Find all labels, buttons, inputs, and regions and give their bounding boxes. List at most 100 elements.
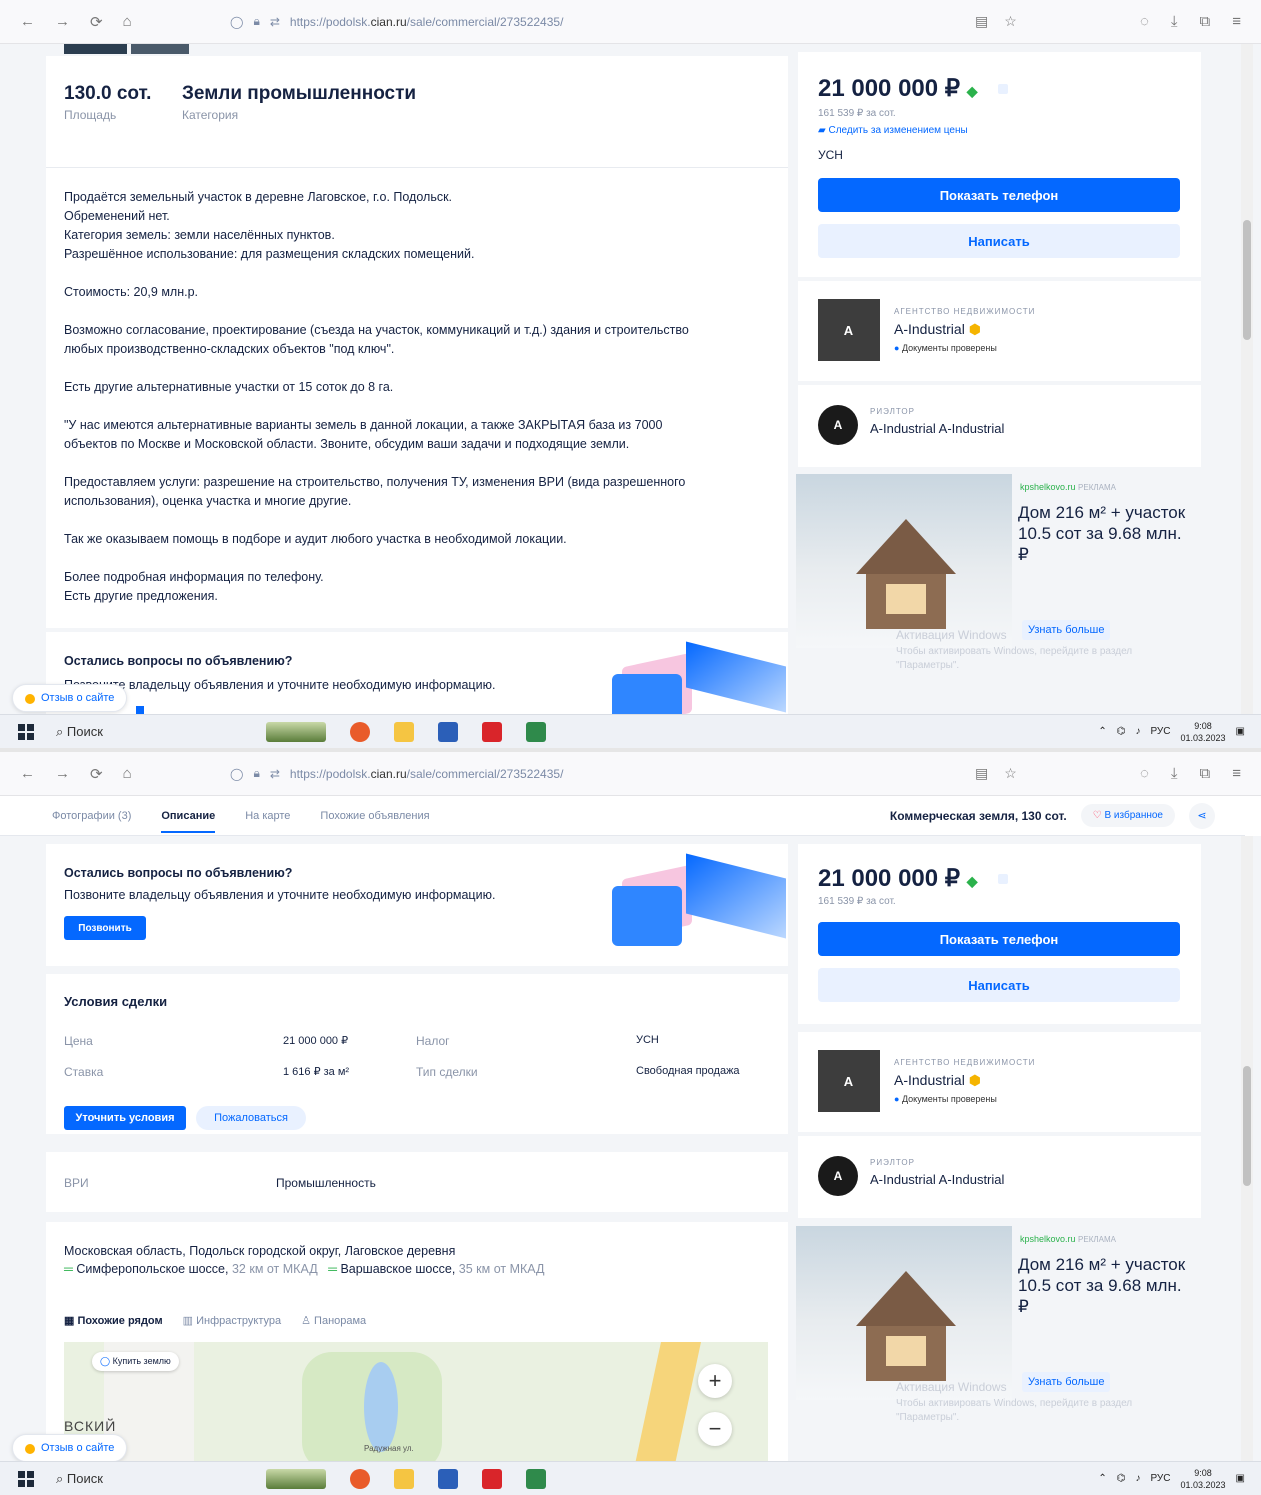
taskbar-widget-icon[interactable] xyxy=(266,721,326,742)
address[interactable]: Московская область, Подольск городской о… xyxy=(64,1244,455,1258)
folder-illustration xyxy=(612,853,786,956)
url-bar[interactable]: ◯ 🔒︎ ⇄ https://podolsk.cian.ru/sale/comm… xyxy=(230,759,950,789)
favorite-button[interactable]: ♡ В избранное xyxy=(1080,804,1175,827)
complain-button[interactable]: Пожаловаться xyxy=(196,1106,306,1130)
reload-icon[interactable]: ⟳ xyxy=(90,765,103,783)
deal-type-value: Свободная продажа xyxy=(636,1065,740,1077)
excel-icon[interactable] xyxy=(526,1468,546,1489)
forward-icon[interactable]: → xyxy=(55,13,70,31)
extensions-icon[interactable]: ⧉ xyxy=(1200,765,1211,782)
clock[interactable]: 9:08 01.03.2023 xyxy=(1181,720,1226,744)
call-button[interactable]: Позвонить xyxy=(64,916,146,940)
ad-cta-button[interactable]: Узнать больше xyxy=(1022,1372,1111,1392)
zoom-out-button[interactable]: − xyxy=(698,1412,732,1446)
write-button[interactable]: Написать xyxy=(818,224,1180,258)
map-tab-nearby[interactable]: ▦ Похожие рядом xyxy=(64,1314,163,1327)
reader-icon[interactable]: ▤ xyxy=(975,765,988,782)
scrollbar[interactable] xyxy=(1241,44,1253,714)
tab-map[interactable]: На карте xyxy=(245,810,290,822)
tray-chevron-icon[interactable]: ⌃ xyxy=(1098,1473,1106,1484)
scrollbar[interactable] xyxy=(1241,836,1253,1461)
follow-price-link[interactable]: ▰ Следить за изменением цены xyxy=(818,125,968,136)
ad-title[interactable]: Дом 216 м² + участок 10.5 сот за 9.68 мл… xyxy=(1018,502,1188,565)
home-icon[interactable]: ⌂ xyxy=(123,13,132,31)
pdf-icon[interactable] xyxy=(482,1468,502,1489)
pdf-icon[interactable] xyxy=(482,721,502,742)
back-icon[interactable]: ← xyxy=(20,765,35,783)
bookmark-star-icon[interactable]: ☆ xyxy=(1004,13,1017,30)
network-icon[interactable]: ⌬ xyxy=(1117,726,1126,737)
language-indicator[interactable]: РУС xyxy=(1150,1473,1170,1484)
ad-block[interactable]: kpshelkovo.ru РЕКЛАМА Дом 216 м² + участ… xyxy=(796,474,1201,671)
notifications-icon[interactable]: ▣ xyxy=(1236,1473,1245,1484)
agency-name[interactable]: A-Industrial ⬢ xyxy=(894,1072,981,1089)
realtor-avatar[interactable]: A xyxy=(818,1156,858,1196)
menu-icon[interactable]: ≡ xyxy=(1232,765,1241,782)
word-icon[interactable] xyxy=(438,721,458,742)
realtor-name[interactable]: A-Industrial A-Industrial xyxy=(870,1172,1004,1187)
file-explorer-icon[interactable] xyxy=(394,721,414,742)
url-bar[interactable]: ◯ 🔒︎ ⇄ https://podolsk.cian.ru/sale/comm… xyxy=(230,7,950,37)
windows-start-icon[interactable] xyxy=(18,723,34,740)
realtor-avatar[interactable]: A xyxy=(818,405,858,445)
info-icon[interactable] xyxy=(998,874,1008,884)
download-icon[interactable]: ⤓ xyxy=(1171,13,1178,30)
language-indicator[interactable]: РУС xyxy=(1150,726,1170,737)
price-change-icon[interactable]: ◆ xyxy=(967,873,978,889)
tab-similar[interactable]: Похожие объявления xyxy=(320,810,429,822)
taskbar-widget-icon[interactable] xyxy=(266,1468,326,1489)
pocket-icon[interactable]: ◌ xyxy=(1140,765,1149,782)
realtor-name[interactable]: A-Industrial A-Industrial xyxy=(870,421,1004,436)
agency-name[interactable]: A-Industrial ⬢ xyxy=(894,321,981,338)
description-line: Предоставляем услуги: разрешение на стро… xyxy=(64,475,686,489)
network-icon[interactable]: ⌬ xyxy=(1117,1473,1126,1484)
map-tab-infrastructure[interactable]: ▥ Инфраструктура xyxy=(183,1314,281,1327)
agency-logo[interactable]: A xyxy=(818,299,880,361)
firefox-icon[interactable] xyxy=(350,721,370,742)
write-button[interactable]: Написать xyxy=(818,968,1180,1002)
taskbar-search[interactable]: ⌕ Поиск xyxy=(56,1471,206,1487)
download-icon[interactable]: ⤓ xyxy=(1171,765,1178,782)
notifications-icon[interactable]: ▣ xyxy=(1236,726,1245,737)
extensions-icon[interactable]: ⧉ xyxy=(1200,13,1211,30)
back-icon[interactable]: ← xyxy=(20,13,35,31)
file-explorer-icon[interactable] xyxy=(394,1468,414,1489)
tab-photos[interactable]: Фотографии (3) xyxy=(52,810,131,822)
photo-thumb[interactable] xyxy=(131,44,189,54)
reader-icon[interactable]: ▤ xyxy=(975,13,988,30)
menu-icon[interactable]: ≡ xyxy=(1232,13,1241,30)
ad-title[interactable]: Дом 216 м² + участок 10.5 сот за 9.68 мл… xyxy=(1018,1254,1188,1317)
excel-icon[interactable] xyxy=(526,721,546,742)
agency-logo[interactable]: A xyxy=(818,1050,880,1112)
firefox-icon[interactable] xyxy=(350,1468,370,1489)
ad-block[interactable]: kpshelkovo.ru РЕКЛАМА Дом 216 м² + участ… xyxy=(796,1226,1201,1423)
tab-description[interactable]: Описание xyxy=(161,810,216,833)
show-phone-button[interactable]: Показать телефон xyxy=(818,178,1180,212)
zoom-in-button[interactable]: + xyxy=(698,1364,732,1398)
forward-icon[interactable]: → xyxy=(55,765,70,783)
ad-cta-button[interactable]: Узнать больше xyxy=(1022,620,1111,640)
feedback-button[interactable]: Отзыв о сайте xyxy=(12,684,128,712)
ad-image[interactable] xyxy=(796,1226,1012,1400)
tray-chevron-icon[interactable]: ⌃ xyxy=(1098,726,1106,737)
volume-icon[interactable]: ♪ xyxy=(1135,1473,1140,1484)
pocket-icon[interactable]: ◌ xyxy=(1140,13,1149,30)
taskbar-search[interactable]: ⌕ Поиск xyxy=(56,724,206,740)
clock[interactable]: 9:08 01.03.2023 xyxy=(1181,1467,1226,1491)
volume-icon[interactable]: ♪ xyxy=(1135,726,1140,737)
show-phone-button[interactable]: Показать телефон xyxy=(818,922,1180,956)
windows-start-icon[interactable] xyxy=(18,1470,34,1487)
bookmark-star-icon[interactable]: ☆ xyxy=(1004,765,1017,782)
feedback-button[interactable]: Отзыв о сайте xyxy=(12,1434,128,1462)
share-icon[interactable]: ⋖ xyxy=(1189,802,1215,829)
clarify-terms-button[interactable]: Уточнить условия xyxy=(64,1106,186,1130)
photo-thumb[interactable] xyxy=(64,44,127,54)
map-buy-land-chip[interactable]: ◯ Купить землю xyxy=(92,1352,179,1371)
reload-icon[interactable]: ⟳ xyxy=(90,13,103,31)
home-icon[interactable]: ⌂ xyxy=(123,765,132,783)
ad-image[interactable] xyxy=(796,474,1012,648)
price-change-icon[interactable]: ◆ xyxy=(967,83,978,99)
word-icon[interactable] xyxy=(438,1468,458,1489)
info-icon[interactable] xyxy=(998,84,1008,94)
map-tab-panorama[interactable]: ♙ Панорама xyxy=(301,1314,366,1327)
